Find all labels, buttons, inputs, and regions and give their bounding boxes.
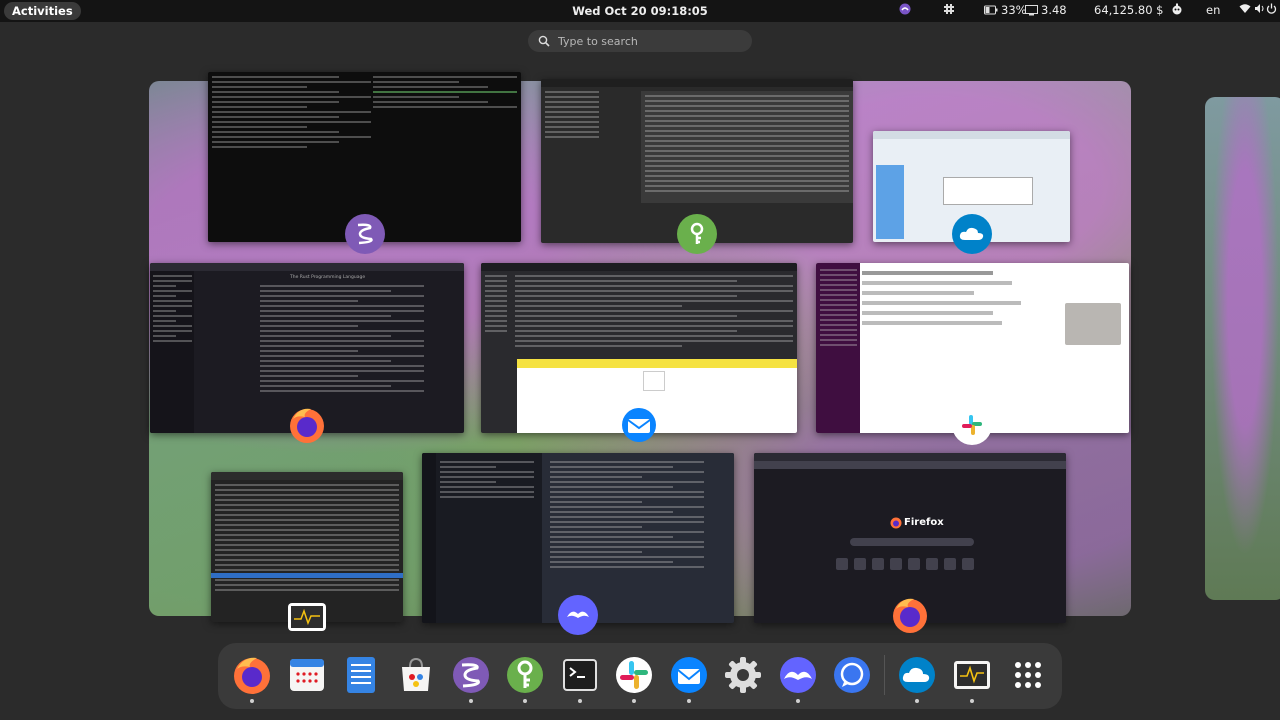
firefox-home-title: Firefox <box>904 517 944 528</box>
dock-mastodon-icon[interactable] <box>778 655 818 695</box>
dock-terminal-icon[interactable] <box>560 655 600 695</box>
dock-files-icon[interactable] <box>341 655 381 695</box>
activities-button[interactable]: Activities <box>4 2 81 20</box>
dock-firefox-icon[interactable] <box>232 655 272 695</box>
dock-system-monitor-icon[interactable] <box>952 655 992 695</box>
firefox-window-icon-2 <box>890 595 930 635</box>
search-placeholder: Type to search <box>558 34 638 48</box>
clock[interactable]: Wed Oct 20 09:18:05 <box>560 4 720 18</box>
status-indicator-icon[interactable] <box>899 3 911 15</box>
dock-software-icon[interactable] <box>396 655 436 695</box>
slack-tray-icon[interactable] <box>943 3 955 15</box>
dock-slack-icon[interactable] <box>614 655 654 695</box>
dock <box>218 643 1062 709</box>
battery-indicator[interactable]: 33% <box>984 3 1027 17</box>
balance-indicator[interactable]: 64,125.80 $ <box>1094 3 1164 17</box>
dock-keepass-icon[interactable] <box>505 655 545 695</box>
dock-signal-icon[interactable] <box>832 655 872 695</box>
nextcloud-icon <box>952 214 992 254</box>
power-icon[interactable] <box>1266 3 1277 14</box>
dock-emacs-icon[interactable] <box>451 655 491 695</box>
dock-thunderbird-icon[interactable] <box>669 655 709 695</box>
system-monitor-indicator[interactable]: 3.48 <box>1025 3 1067 17</box>
battery-percent: 33% <box>1001 3 1027 17</box>
search-input[interactable]: Type to search <box>528 30 752 52</box>
thunderbird-window-icon <box>619 405 659 445</box>
gnome-logo-icon[interactable] <box>1171 3 1183 15</box>
monitor-value: 3.48 <box>1041 3 1067 17</box>
document-title: The Rust Programming Language <box>290 275 366 280</box>
slack-window-icon <box>952 405 992 445</box>
emacs-icon <box>345 214 385 254</box>
dock-app-grid-icon[interactable] <box>1008 655 1048 695</box>
top-panel: Activities Wed Oct 20 09:18:05 33% 3.48 … <box>0 0 1280 22</box>
keepass-icon <box>677 214 717 254</box>
language-indicator[interactable]: en <box>1206 3 1220 17</box>
dock-nextcloud-icon[interactable] <box>897 655 937 695</box>
battery-icon <box>984 5 998 15</box>
monitor-icon <box>1025 4 1038 15</box>
volume-icon[interactable] <box>1254 3 1265 14</box>
mastodon-window-icon <box>558 595 598 635</box>
wifi-icon[interactable] <box>1239 3 1251 14</box>
window-system-monitor[interactable] <box>211 472 403 622</box>
next-workspace-thumbnail[interactable] <box>1205 97 1280 600</box>
dock-calendar-icon[interactable] <box>287 655 327 695</box>
dock-settings-icon[interactable] <box>723 655 763 695</box>
system-monitor-window-icon <box>288 603 326 631</box>
firefox-window-icon <box>287 405 327 445</box>
desktop-overview: Activities Wed Oct 20 09:18:05 33% 3.48 … <box>0 0 1280 720</box>
search-icon <box>538 35 550 47</box>
